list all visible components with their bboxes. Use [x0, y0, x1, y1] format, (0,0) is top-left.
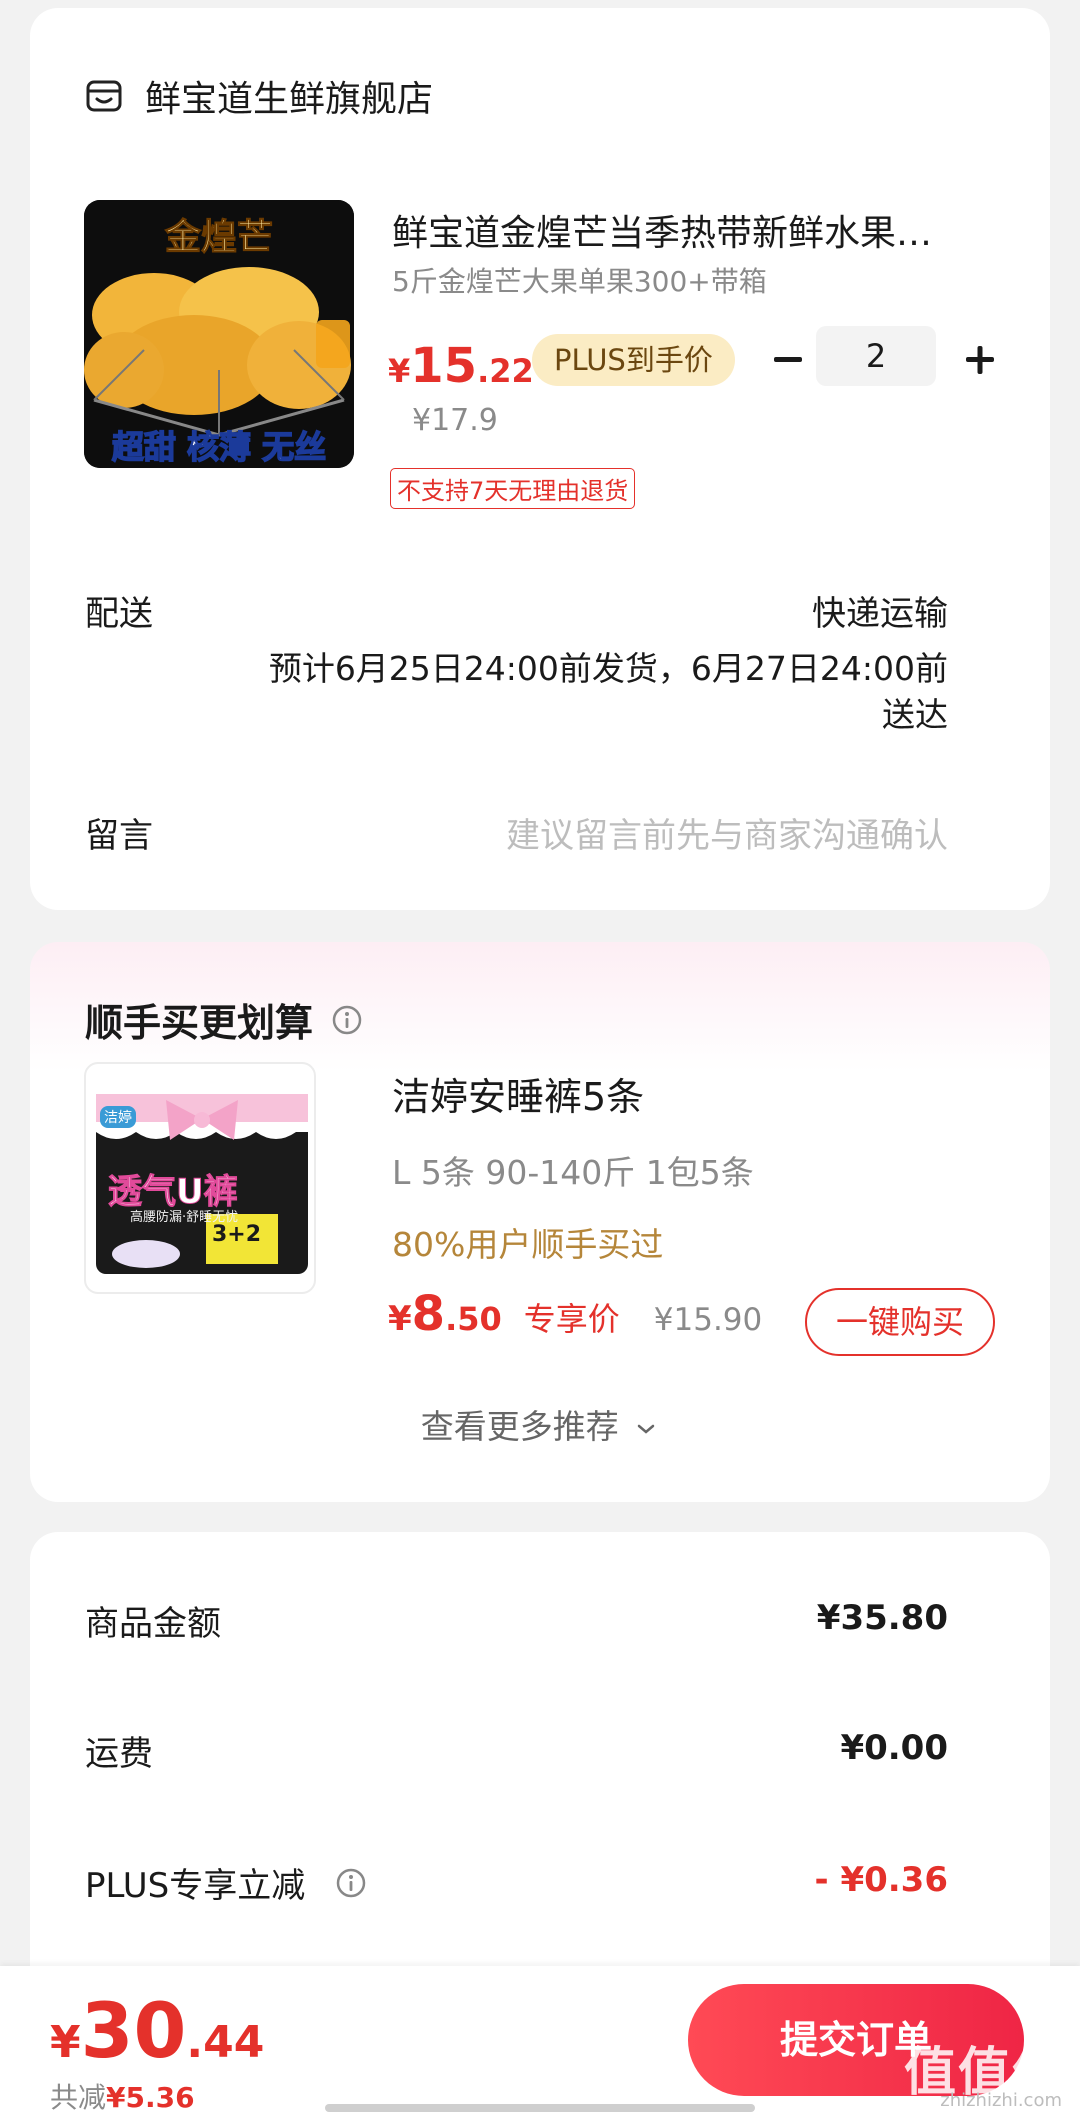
no-return-tag: 不支持7天无理由退货	[390, 468, 636, 509]
more-recommendations-link[interactable]: 查看更多推荐	[30, 1400, 1050, 1448]
checkout-bar: ¥ 30 .44 共减¥5.36 提交订单 值值值 zhizhizhi.com	[0, 1966, 1080, 2116]
price-decimal: .22	[477, 352, 534, 390]
saved-amount: ¥5.36	[106, 2081, 195, 2114]
price-integer: 8	[411, 1286, 446, 1342]
exclusive-price-tag: 专享价	[523, 1300, 620, 1338]
one-click-buy-button[interactable]: 一键购买	[805, 1288, 995, 1356]
price-decimal: .50	[445, 1300, 502, 1338]
watermark-url: zhizhizhi.com	[940, 2090, 1062, 2111]
chevron-down-icon	[638, 1424, 655, 1434]
shipping-value: ¥0.00	[840, 1728, 948, 1768]
plus-discount-value: - ¥0.36	[814, 1860, 949, 1900]
product-price: ¥ 15 .22	[388, 338, 534, 394]
product-image-title: 金煌芒	[164, 217, 273, 259]
price-currency: ¥	[388, 352, 411, 390]
info-icon[interactable]	[335, 1867, 367, 1899]
recommend-card: 顺手买更划算 洁婷 透气U裤 高腰防漏·舒睡无忧 3+2 洁婷安睡裤5条 L 5…	[30, 942, 1050, 1502]
info-icon[interactable]	[331, 1004, 363, 1036]
price-currency: ¥	[50, 2017, 81, 2068]
recommend-title: 顺手买更划算	[85, 992, 363, 1047]
store-name: 鲜宝道生鲜旗舰店	[145, 79, 434, 120]
product-sku[interactable]: 5斤金煌芒大果单果300+带箱	[392, 260, 767, 300]
total-price: ¥ 30 .44	[50, 1986, 264, 2075]
price-integer: 30	[80, 1986, 187, 2075]
remark-label: 留言	[85, 816, 153, 856]
order-item-card: 鲜宝道生鲜旗舰店 金煌芒 超甜 核薄 无丝 鲜宝道金煌芒当季热带新鲜水果… 5斤…	[30, 8, 1050, 910]
price-currency: ¥	[388, 1299, 412, 1339]
store-icon	[86, 80, 122, 112]
recommend-image-promo: 3+2	[212, 1222, 262, 1247]
recommend-name[interactable]: 洁婷安睡裤5条	[392, 1066, 644, 1121]
plus-discount-label: PLUS专享立减	[85, 1866, 306, 1906]
product-image[interactable]: 金煌芒 超甜 核薄 无丝	[84, 200, 354, 468]
product-title[interactable]: 鲜宝道金煌芒当季热带新鲜水果…	[392, 204, 992, 256]
recommend-image-brand: 洁婷	[100, 1106, 136, 1128]
original-price: ¥17.9	[412, 403, 498, 438]
recommend-spec: L 5条 90-140斤 1包5条	[392, 1153, 754, 1192]
quantity-minus-button[interactable]	[758, 330, 818, 390]
delivery-estimate-line2: 送达	[882, 695, 948, 734]
total-saved[interactable]: 共减¥5.36	[50, 2076, 195, 2116]
delivery-estimate: 预计6月25日24:00前发货，6月27日24:00前 送达	[188, 646, 948, 738]
price-integer: 15	[410, 338, 478, 394]
quantity-value[interactable]: 2	[816, 326, 936, 386]
saved-label: 共减	[50, 2081, 107, 2114]
store-header[interactable]: 鲜宝道生鲜旗舰店	[85, 70, 433, 122]
shipping-label: 运费	[85, 1734, 153, 1774]
recommend-social-proof: 80%用户顺手买过	[392, 1225, 664, 1264]
goods-amount-value: ¥35.80	[816, 1598, 948, 1638]
recommend-price: ¥ 8 .50 专享价 ¥15.90	[388, 1286, 762, 1342]
quantity-plus-button[interactable]	[950, 330, 1010, 390]
delivery-method[interactable]: 快递运输	[812, 586, 948, 635]
recommend-original-price: ¥15.90	[653, 1302, 763, 1338]
recommend-title-text: 顺手买更划算	[85, 1001, 314, 1045]
delivery-estimate-line1: 预计6月25日24:00前发货，6月27日24:00前	[268, 649, 948, 688]
plus-price-badge: PLUS到手价	[532, 334, 735, 386]
recommend-product-image[interactable]: 洁婷 透气U裤 高腰防漏·舒睡无忧 3+2	[84, 1062, 316, 1294]
delivery-label: 配送	[85, 594, 153, 634]
price-decimal: .44	[186, 2017, 265, 2068]
plus-discount-row: PLUS专享立减	[85, 1858, 367, 1907]
product-image-caption: 超甜 核薄 无丝	[111, 427, 327, 467]
more-recommendations-label: 查看更多推荐	[420, 1407, 619, 1446]
home-indicator[interactable]	[325, 2104, 755, 2112]
goods-amount-label: 商品金额	[85, 1604, 221, 1644]
remark-input[interactable]: 建议留言前先与商家沟通确认	[506, 808, 948, 857]
